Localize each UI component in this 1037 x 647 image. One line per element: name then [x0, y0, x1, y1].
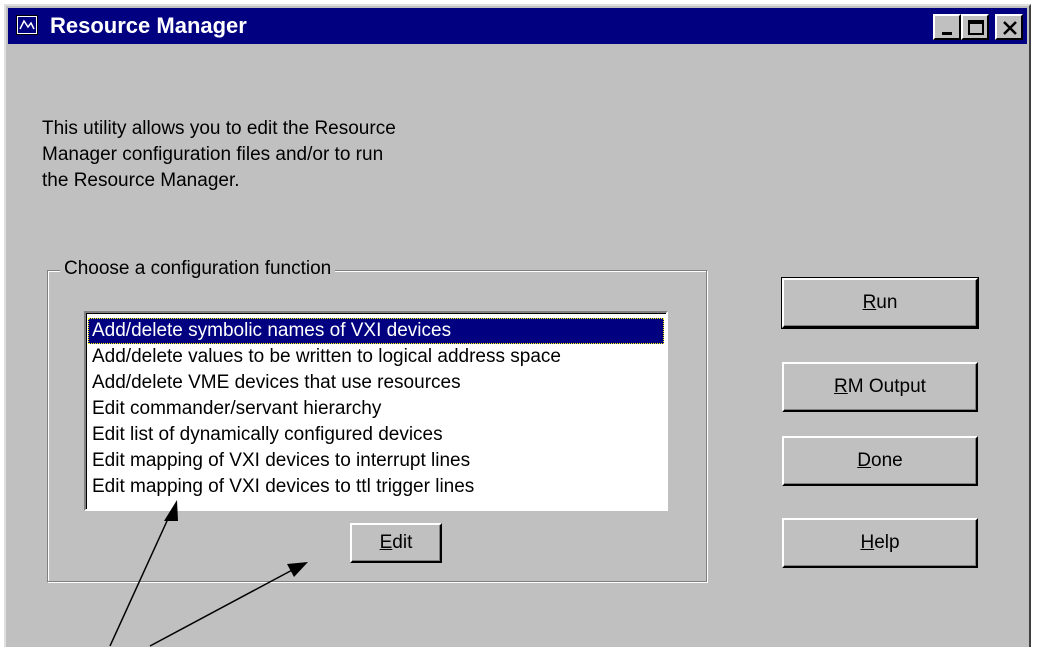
callout-arrow-edit: [149, 567, 297, 647]
callout-arrowhead-list: [164, 500, 178, 521]
callout-arrows: [109, 500, 308, 647]
callout-arrow-list: [109, 509, 173, 647]
callout-arrowhead-edit: [287, 562, 308, 577]
